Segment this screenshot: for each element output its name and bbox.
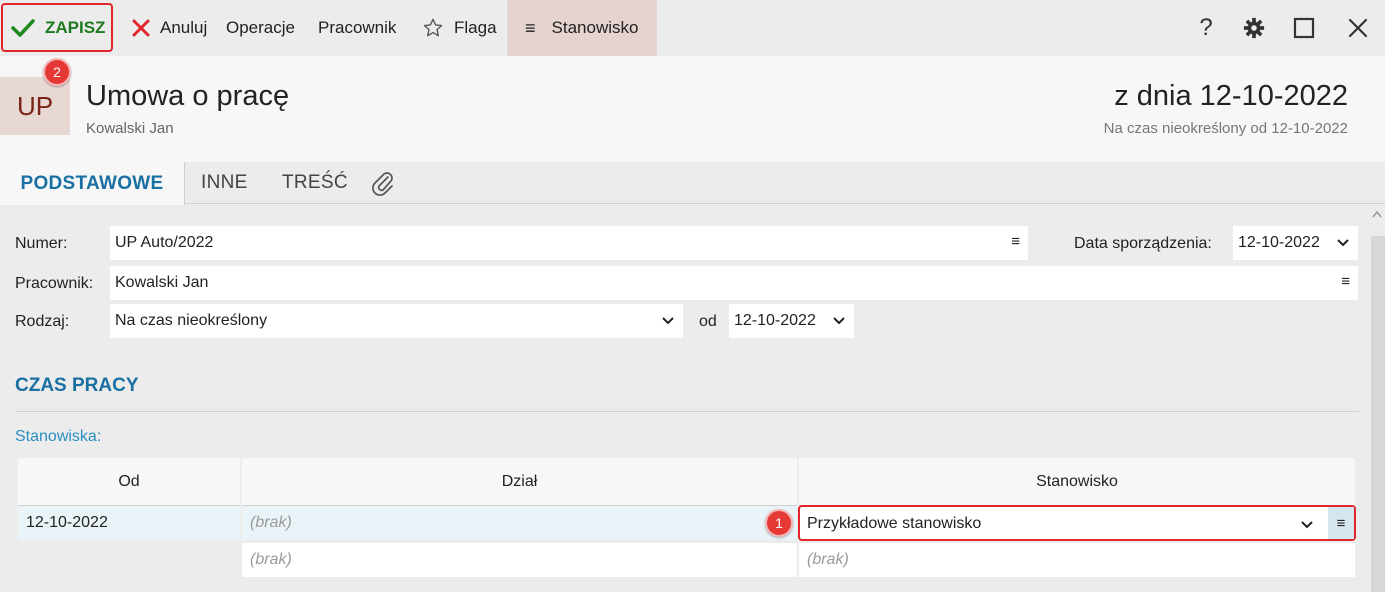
section-title: CZAS PRACY [15,375,139,396]
close-icon [132,19,150,37]
employee-label: Pracownik: [15,275,94,292]
hamburger-icon: ≡ [1336,514,1346,532]
section-divider [15,411,1359,412]
save-button[interactable]: ZAPISZ [1,3,113,52]
toolbar: ZAPISZ Anuluj Operacje Pracownik Flaga ≡… [0,0,1385,56]
tab-other[interactable]: INNE [201,162,248,204]
tab-bar: PODSTAWOWE INNE TREŚĆ [0,162,1385,205]
chevron-down-icon [662,317,674,325]
column-header-from[interactable]: Od [18,458,240,506]
page-title: Umowa o pracę [86,80,290,112]
hamburger-icon[interactable]: ≡ [1341,273,1350,290]
close-window-button[interactable] [1338,0,1378,56]
position-value: Przykładowe stanowisko [807,515,982,532]
employee-value: Kowalski Jan [115,274,209,291]
operations-label: Operacje [226,18,295,37]
gear-icon [1243,17,1265,39]
cancel-label: Anuluj [160,18,208,37]
created-date-field[interactable]: 12-10-2022 [1233,226,1358,260]
employee-label: Pracownik [318,18,397,37]
created-date-label: Data sporządzenia: [1074,235,1212,252]
employee-field[interactable]: Kowalski Jan ≡ [110,266,1358,300]
type-label: Rodzaj: [15,313,70,330]
step-badge-2: 2 [43,58,71,86]
cell-position-new[interactable]: (brak) [799,543,1355,577]
from-label: od [699,313,717,330]
document-date-subtitle: Na czas nieokreślony od 12-10-2022 [1103,120,1348,137]
maximize-button[interactable] [1284,0,1324,56]
help-button[interactable]: ? [1186,0,1226,56]
type-value: Na czas nieokreślony [115,312,268,329]
help-icon: ? [1199,14,1213,41]
hamburger-icon: ≡ [525,17,536,38]
chevron-down-icon [1301,521,1313,529]
position-button[interactable]: ≡ Stanowisko [507,0,657,56]
number-value: UP Auto/2022 [115,234,214,251]
column-header-department[interactable]: Dział [242,458,797,506]
step-badge-1: 1 [765,509,793,537]
document-header: UP Umowa o pracę Kowalski Jan z dnia 12-… [0,56,1385,162]
cell-department[interactable]: (brak) [242,506,797,540]
hamburger-icon[interactable]: ≡ [1011,233,1020,250]
paperclip-icon [372,172,393,196]
tab-basic[interactable]: PODSTAWOWE [0,162,185,205]
tab-content[interactable]: TREŚĆ [282,162,348,204]
checkmark-icon [11,18,35,37]
operations-menu[interactable]: Operacje [216,0,305,56]
chevron-down-icon [833,317,845,325]
column-header-position[interactable]: Stanowisko [799,458,1355,506]
type-select[interactable]: Na czas nieokreślony [110,304,683,338]
save-label: ZAPISZ [45,17,106,37]
cell-from[interactable]: 12-10-2022 [18,506,240,540]
flag-label: Flaga [454,18,497,37]
flag-button[interactable]: Flaga [412,0,507,56]
star-icon [423,18,443,37]
from-date-value: 12-10-2022 [734,312,816,329]
from-date-field[interactable]: 12-10-2022 [729,304,854,338]
number-field[interactable]: UP Auto/2022 ≡ [110,226,1028,260]
maximize-icon [1293,17,1315,39]
position-select[interactable]: Przykładowe stanowisko ≡ [798,505,1356,541]
cancel-button[interactable]: Anuluj [122,0,217,56]
page-subtitle: Kowalski Jan [86,120,174,137]
positions-subheading: Stanowiska: [15,428,102,445]
cell-department-new[interactable]: (brak) [242,543,797,577]
scroll-up-icon[interactable] [1372,210,1382,218]
number-label: Numer: [15,235,68,252]
tab-attachments[interactable] [370,162,396,204]
employee-menu[interactable]: Pracownik [308,0,406,56]
scrollbar[interactable] [1371,236,1385,592]
document-date: z dnia 12-10-2022 [1114,80,1348,112]
settings-button[interactable] [1234,0,1274,56]
created-date-value: 12-10-2022 [1238,234,1320,251]
chevron-down-icon [1337,239,1349,247]
close-window-icon [1348,18,1368,38]
position-label: Stanowisko [551,18,639,37]
position-lookup-button[interactable]: ≡ [1328,507,1354,539]
